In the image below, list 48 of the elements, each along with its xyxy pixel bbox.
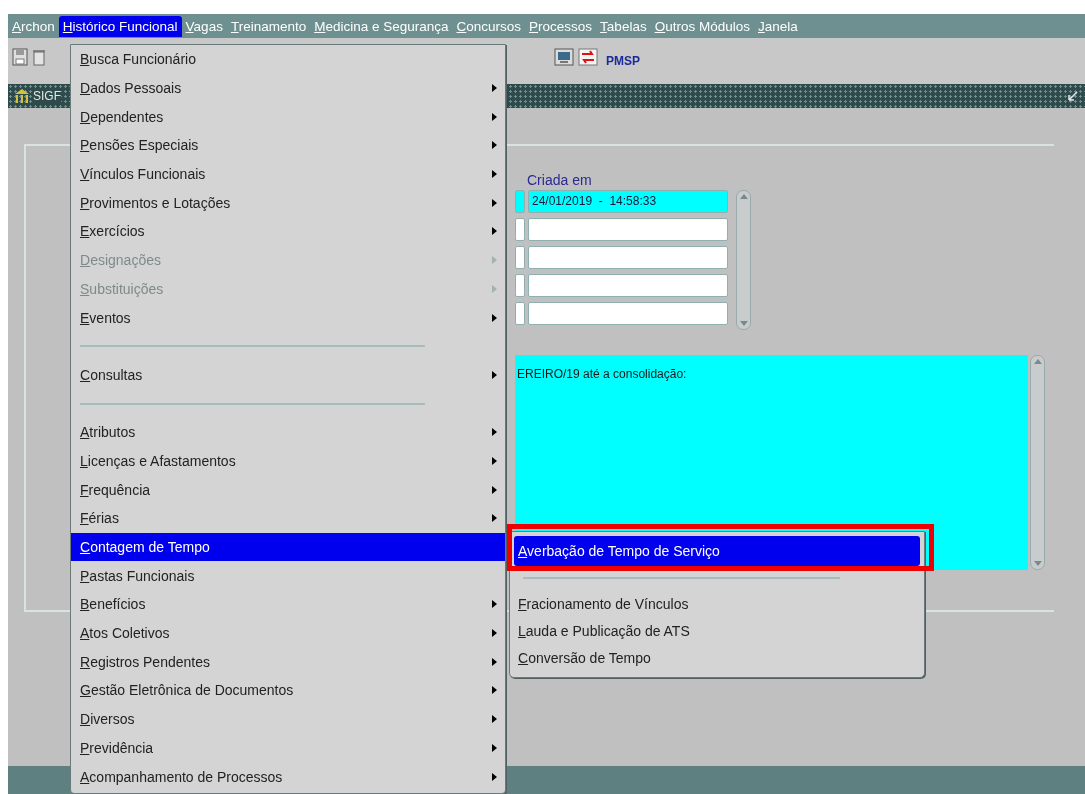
- date-field[interactable]: [528, 218, 728, 241]
- record-cell[interactable]: [515, 190, 525, 213]
- record-cell[interactable]: [515, 302, 525, 325]
- menu-item[interactable]: Atos Coletivos: [71, 618, 505, 648]
- menu-item[interactable]: Previdência: [71, 733, 505, 763]
- toolbar-label: PMSP: [606, 54, 640, 68]
- date-field[interactable]: 24/01/2019 - 14:58:33: [528, 190, 728, 213]
- menu-item[interactable]: Contagem de Tempo: [71, 532, 505, 562]
- save-icon[interactable]: [12, 48, 28, 66]
- scrollbar[interactable]: [1030, 355, 1045, 570]
- menu-item[interactable]: Benefícios: [71, 590, 505, 619]
- menu-item[interactable]: Frequência: [71, 475, 505, 504]
- menu-item[interactable]: Licenças e Afastamentos: [71, 446, 505, 476]
- menu-item[interactable]: Busca Funcionário: [71, 45, 505, 74]
- building-icon: [14, 88, 30, 104]
- menu-item[interactable]: Acompanhamento de Processos: [71, 762, 505, 791]
- submenu-item[interactable]: Conversão de Tempo: [514, 644, 920, 671]
- menu-item[interactable]: Pastas Funcionais: [71, 561, 505, 591]
- window-title: SIGF: [33, 89, 61, 103]
- resize-icon[interactable]: [1067, 90, 1079, 102]
- scrollbar[interactable]: [736, 190, 751, 330]
- column-label: Criada em: [527, 172, 593, 188]
- record-cell[interactable]: [515, 274, 525, 297]
- menu-item[interactable]: Gestão Eletrônica de Documentos: [71, 676, 505, 705]
- date-field[interactable]: [528, 246, 728, 269]
- date-field[interactable]: [528, 302, 728, 325]
- menu-item[interactable]: Dependentes: [71, 102, 505, 132]
- record-cell[interactable]: [515, 218, 525, 241]
- menu-item[interactable]: Provimentos e Lotações: [71, 188, 505, 218]
- exchange-arrows-icon[interactable]: [578, 48, 598, 66]
- menu-item[interactable]: Férias: [71, 504, 505, 533]
- menu-item[interactable]: Vínculos Funcionais: [71, 159, 505, 189]
- menu-item[interactable]: Consultas: [71, 360, 505, 390]
- submenu-item[interactable]: Averbação de Tempo de Serviço: [514, 536, 920, 566]
- monitor-icon[interactable]: [554, 48, 574, 66]
- menu-item[interactable]: Atributos: [71, 417, 505, 447]
- trash-icon[interactable]: [32, 48, 46, 66]
- submenu-item[interactable]: Fracionamento de Vínculos: [514, 590, 920, 617]
- menu-item[interactable]: Dados Pessoais: [71, 73, 505, 103]
- menu-item[interactable]: Eventos: [71, 303, 505, 332]
- date-field[interactable]: [528, 274, 728, 297]
- menu-item[interactable]: Diversos: [71, 704, 505, 734]
- menu-item[interactable]: Pensões Especiais: [71, 131, 505, 160]
- record-cell[interactable]: [515, 246, 525, 269]
- menu-item[interactable]: Registros Pendentes: [71, 647, 505, 677]
- menu-item[interactable]: Exercícios: [71, 217, 505, 246]
- menu-bar-item[interactable]: Histórico Funcional: [58, 15, 182, 37]
- submenu-item[interactable]: Lauda e Publicação de ATS: [514, 617, 920, 644]
